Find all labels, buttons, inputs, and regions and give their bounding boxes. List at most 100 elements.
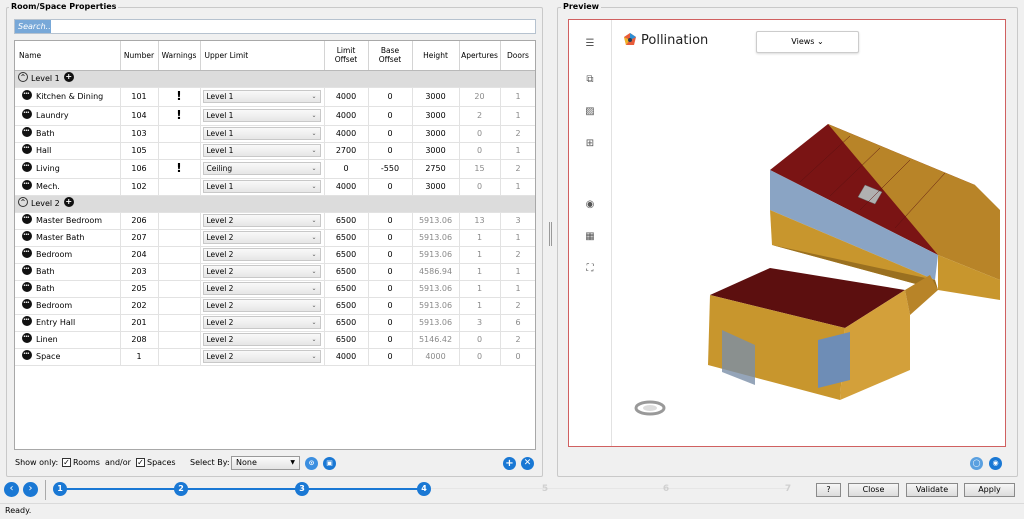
perspective-icon[interactable]: ◯ [970, 457, 983, 470]
forward-arrow-icon[interactable]: › [23, 482, 38, 497]
table-row[interactable]: Bath103Level 1⌄40000300002 [15, 125, 535, 143]
room-name[interactable]: Master Bedroom [36, 216, 102, 225]
step-7[interactable]: 7 [781, 482, 795, 496]
upper-limit-dropdown[interactable]: Level 1 ⌄ [202, 108, 321, 122]
room-number[interactable]: 201 [120, 314, 159, 332]
image-icon[interactable]: ▨ [583, 106, 597, 118]
table-row[interactable]: Bedroom 204 Level 2 ⌄ 650005913.0612 [15, 246, 535, 264]
select-pick-icon[interactable]: ⊙ [305, 457, 318, 470]
select-all-icon[interactable]: ▣ [323, 457, 336, 470]
base-offset[interactable]: 0 [368, 178, 413, 196]
more-options-icon[interactable] [22, 331, 32, 345]
step-2[interactable]: 2 [174, 482, 188, 496]
upper-limit-dropdown[interactable]: Level 2 ⌄ [202, 230, 321, 244]
table-row[interactable]: Laundry 104! Level 1 ⌄ 40000300021 [15, 106, 535, 126]
step-6[interactable]: 6 [659, 482, 673, 496]
room-name[interactable]: Laundry [36, 111, 69, 120]
base-offset[interactable]: 0 [368, 142, 413, 160]
more-options-icon[interactable] [22, 159, 32, 174]
step-3[interactable]: 3 [295, 482, 309, 496]
more-options-icon[interactable] [22, 314, 32, 328]
panel-splitter[interactable] [549, 222, 552, 246]
room-number[interactable]: 204 [120, 246, 159, 264]
base-offset[interactable]: 0 [368, 87, 413, 107]
apply-button[interactable]: Apply [964, 483, 1015, 497]
more-options-icon[interactable] [22, 297, 32, 311]
limit-offset[interactable]: 6500 [324, 212, 369, 230]
search-input[interactable]: Search.. [14, 19, 536, 34]
room-number[interactable]: 104 [120, 106, 159, 126]
room-number[interactable]: 203 [120, 263, 159, 281]
base-offset[interactable]: 0 [368, 125, 413, 143]
level-group-row[interactable]: ⌃ Level 1 + [15, 70, 535, 88]
add-icon[interactable]: + [63, 72, 74, 82]
room-name[interactable]: Bedroom [36, 250, 72, 259]
remove-room-button[interactable]: ✕ [521, 457, 534, 470]
room-name[interactable]: Bedroom [36, 301, 72, 310]
room-number[interactable]: 205 [120, 280, 159, 298]
more-options-icon[interactable] [22, 125, 32, 139]
upper-limit-dropdown[interactable]: Level 2 ⌄ [202, 332, 321, 346]
limit-offset[interactable]: 6500 [324, 246, 369, 264]
room-name[interactable]: Bath [36, 129, 55, 138]
table-row[interactable]: Master Bedroom 206 Level 2 ⌄ 650005913.06133 [15, 212, 535, 230]
room-number[interactable]: 102 [120, 178, 159, 196]
room-number[interactable]: 103 [120, 125, 159, 143]
fullscreen-icon[interactable]: ⛶ [583, 263, 597, 275]
select-by-dropdown[interactable]: None ▼ [231, 456, 300, 470]
rooms-checkbox[interactable]: ✓ Rooms [62, 455, 100, 471]
level-group-row[interactable]: ⌃ Level 2 + [15, 195, 535, 213]
col-header[interactable]: Apertures [459, 41, 501, 71]
base-offset[interactable]: 0 [368, 229, 413, 247]
more-options-icon[interactable] [22, 106, 32, 121]
compass-icon[interactable] [630, 399, 670, 417]
grid-icon[interactable]: ⊞ [583, 138, 597, 150]
upper-limit-dropdown[interactable]: Level 1 ⌄ [202, 89, 321, 103]
room-name[interactable]: Master Bath [36, 233, 84, 242]
room-name[interactable]: Bath [36, 267, 55, 276]
base-offset[interactable]: 0 [368, 246, 413, 264]
table-row[interactable]: Mech.102Level 1⌄40000300001 [15, 178, 535, 196]
upper-limit-dropdown[interactable]: Level 2 ⌄ [202, 298, 321, 312]
camera-icon[interactable]: ◉ [583, 199, 597, 211]
table-row[interactable]: Kitchen & Dining 101! Level 1 ⌄ 400003000201 [15, 87, 535, 107]
upper-limit-dropdown[interactable]: Level 2 ⌄ [202, 281, 321, 295]
warning-icon[interactable]: ! [176, 89, 181, 103]
validate-button[interactable]: Validate [906, 483, 958, 497]
base-offset[interactable]: 0 [368, 263, 413, 281]
building-3d-model[interactable] [700, 110, 1010, 410]
base-offset[interactable]: 0 [368, 212, 413, 230]
room-number[interactable]: 202 [120, 297, 159, 315]
table-row[interactable]: Master Bath207Level 2⌄650005913.0611 [15, 229, 535, 247]
back-arrow-icon[interactable]: ‹ [4, 482, 19, 497]
upper-limit-dropdown[interactable]: Ceiling ⌄ [202, 161, 321, 175]
room-number[interactable]: 106 [120, 159, 159, 179]
table-row[interactable]: Bedroom 202 Level 2 ⌄ 650005913.0612 [15, 297, 535, 315]
base-offset[interactable]: -550 [368, 159, 413, 179]
limit-offset[interactable]: 6500 [324, 331, 369, 349]
room-number[interactable]: 1 [120, 348, 159, 366]
more-options-icon[interactable] [22, 178, 32, 192]
more-options-icon[interactable] [22, 246, 32, 260]
col-header[interactable]: Height [412, 41, 460, 71]
upper-limit-dropdown[interactable]: Level 2 ⌄ [202, 349, 321, 363]
collapse-icon[interactable]: ⌃ [18, 197, 28, 207]
room-name[interactable]: Kitchen & Dining [36, 92, 103, 101]
upper-limit-dropdown[interactable]: Level 1 ⌄ [202, 143, 321, 157]
step-4[interactable]: 4 [417, 482, 431, 496]
upper-limit-dropdown[interactable]: Level 2 ⌄ [202, 264, 321, 278]
list-icon[interactable]: ☰ [583, 38, 597, 50]
more-options-icon[interactable] [22, 142, 32, 156]
col-header[interactable]: Name [15, 41, 121, 71]
more-options-icon[interactable] [22, 212, 32, 226]
warning-icon[interactable]: ! [176, 161, 181, 175]
panels-icon[interactable]: ▦ [583, 231, 597, 243]
col-header[interactable]: Upper Limit [200, 41, 325, 71]
limit-offset[interactable]: 4000 [324, 125, 369, 143]
upper-limit-dropdown[interactable]: Level 2 ⌄ [202, 315, 321, 329]
room-name[interactable]: Bath [36, 284, 55, 293]
more-options-icon[interactable] [22, 229, 32, 243]
room-number[interactable]: 206 [120, 212, 159, 230]
table-row[interactable]: Bath205Level 2⌄650005913.0611 [15, 280, 535, 298]
eye-icon[interactable]: ◉ [989, 457, 1002, 470]
